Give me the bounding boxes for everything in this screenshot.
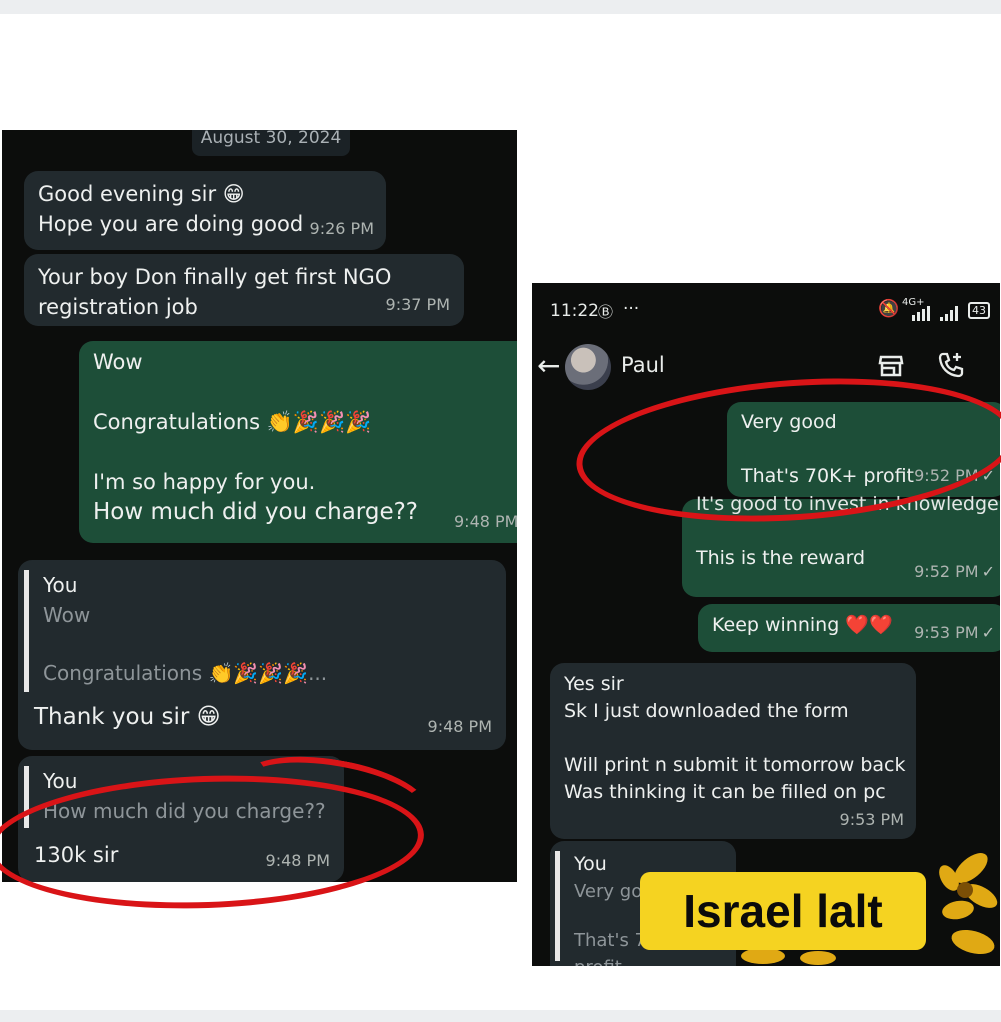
message-bubble-incoming[interactable]: Good evening sir 😁 Hope you are doing go… xyxy=(24,171,386,250)
quote-text: Congratulations 👏🎉🎉🎉... xyxy=(43,661,328,685)
message-bubble-incoming[interactable]: Your boy Don finally get first NGO regis… xyxy=(24,254,464,326)
watermark-label: Israel lalt xyxy=(640,872,926,950)
date-divider: August 30, 2024 xyxy=(192,130,350,156)
signal-icon xyxy=(912,306,958,321)
message-text: Yes sir xyxy=(564,673,624,695)
quoted-message[interactable]: You How much did you charge?? xyxy=(24,766,334,828)
message-time: 9:48 PM xyxy=(454,512,517,531)
message-text: Was thinking it can be filled on pc xyxy=(564,781,886,803)
arrow-left-icon[interactable]: ← xyxy=(537,349,560,382)
message-text: Congratulations 👏🎉🎉🎉 xyxy=(93,410,372,434)
message-text: Your boy Don finally get first NGO xyxy=(38,265,392,289)
message-text: Wow xyxy=(93,350,143,374)
status-bar: 11:22 Ⓑ ··· 🔕 4G+ 43 xyxy=(532,283,1000,335)
delivered-tick-icon: ✓ xyxy=(981,466,995,485)
delivered-tick-icon: ✓ xyxy=(981,623,995,642)
reply-bubble-incoming[interactable]: You Wow Congratulations 👏🎉🎉🎉... Thank yo… xyxy=(18,560,506,750)
message-text: Thank you sir 😁 xyxy=(34,704,221,730)
message-bubble-outgoing[interactable]: It's good to invest in knowledge. This i… xyxy=(682,493,1000,597)
quote-text: Wow xyxy=(43,603,91,627)
status-more-icon: ··· xyxy=(623,299,640,319)
message-time: 9:53 PM ✓ xyxy=(914,623,995,642)
message-text: It's good to invest in knowledge. xyxy=(696,493,1000,515)
message-time: 9:52 PM ✓ xyxy=(914,562,995,581)
message-bubble-incoming[interactable]: Yes sir Sk I just downloaded the form Wi… xyxy=(550,663,916,839)
message-time: 9:48 PM xyxy=(265,851,330,870)
message-text: Sk I just downloaded the form xyxy=(564,700,849,722)
store-icon[interactable] xyxy=(878,353,904,379)
status-indicator-icon: Ⓑ xyxy=(598,303,614,321)
contact-name[interactable]: Paul xyxy=(621,353,665,377)
message-time: 9:26 PM xyxy=(309,219,374,238)
message-time: 9:53 PM xyxy=(839,810,904,829)
status-time: 11:22 xyxy=(550,301,599,321)
message-bubble-outgoing[interactable]: Very good That's 70K+ profit 9:52 PM ✓ xyxy=(727,402,1000,497)
quote-text: How much did you charge?? xyxy=(43,799,326,823)
quote-author: You xyxy=(43,769,78,793)
chat-header: ← Paul xyxy=(532,335,1000,399)
message-bubble-outgoing[interactable]: Wow Congratulations 👏🎉🎉🎉 I'm so happy fo… xyxy=(79,341,517,543)
message-text: Very good xyxy=(741,411,837,433)
message-time: 9:48 PM xyxy=(427,717,492,736)
message-text: Will print n submit it tomorrow back xyxy=(564,754,906,776)
message-time: 9:37 PM xyxy=(385,295,450,314)
message-time: 9:52 PM ✓ xyxy=(914,466,995,485)
delivered-tick-icon: ✓ xyxy=(981,562,995,581)
message-text: I'm so happy for you. xyxy=(93,470,316,494)
quoted-message[interactable]: You Wow Congratulations 👏🎉🎉🎉... xyxy=(24,570,494,692)
quote-author: You xyxy=(43,573,78,597)
reply-bubble-incoming[interactable]: You How much did you charge?? 130k sir 9… xyxy=(18,756,344,882)
left-chat-screenshot: August 30, 2024 Good evening sir 😁 Hope … xyxy=(2,130,517,882)
add-call-icon[interactable] xyxy=(937,351,965,379)
mute-icon: 🔕 xyxy=(878,299,900,319)
message-text: 130k sir xyxy=(34,843,119,867)
battery-icon: 43 xyxy=(968,302,990,319)
message-text: This is the reward xyxy=(696,547,866,569)
message-text: Good evening sir 😁 xyxy=(38,182,245,206)
message-bubble-outgoing[interactable]: Keep winning ❤️❤️ 9:53 PM ✓ xyxy=(698,604,1000,652)
avatar[interactable] xyxy=(565,344,611,390)
